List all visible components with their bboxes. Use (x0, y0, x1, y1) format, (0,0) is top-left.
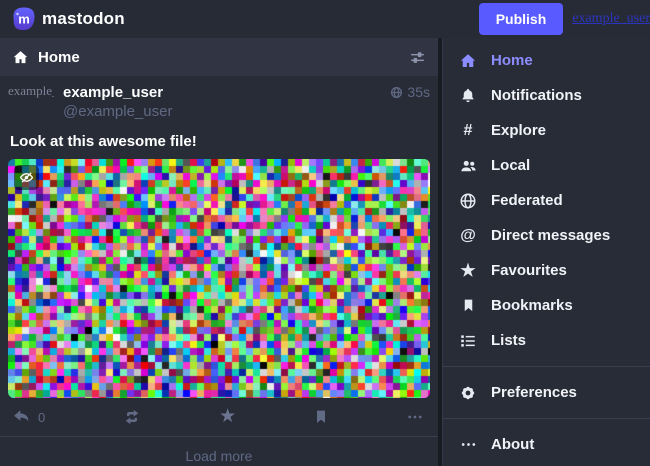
bookmark-button[interactable] (313, 408, 329, 426)
more-button[interactable] (406, 408, 424, 426)
account-link[interactable]: example_user (572, 11, 650, 27)
reply-button[interactable]: 0 (12, 407, 45, 427)
media-attachment[interactable] (8, 159, 430, 398)
nav-label: Local (491, 157, 530, 174)
nav-label: Direct messages (491, 227, 610, 244)
star-icon: ★ (219, 407, 236, 427)
nav-item-about[interactable]: About (443, 427, 650, 462)
status-text: Look at this awesome file! (10, 132, 430, 151)
status-post: example_user example_user @example_user … (0, 76, 438, 398)
nav-item-bookmarks[interactable]: Bookmarks (443, 288, 650, 323)
home-icon (458, 52, 478, 70)
column-settings-sliders-icon[interactable] (409, 49, 426, 66)
bell-icon (458, 87, 478, 105)
sidebar-divider (443, 418, 650, 419)
hide-media-button[interactable] (14, 165, 39, 190)
nav-item-local[interactable]: Local (443, 148, 650, 183)
nav-label: Favourites (491, 262, 567, 279)
favourite-button[interactable]: ★ (219, 407, 236, 427)
publish-button[interactable]: Publish (479, 3, 564, 35)
brand-wordmark: mastodon (42, 9, 125, 29)
ellipsis-icon (458, 436, 478, 453)
home-icon (12, 49, 29, 66)
bookmark-icon (313, 408, 329, 426)
main-layout: Home example_user example_user @example_… (0, 38, 650, 466)
nav-item-lists[interactable]: Lists (443, 323, 650, 358)
load-more-button[interactable]: Load more (0, 436, 438, 466)
gear-icon (458, 384, 478, 402)
status-action-bar: 0 ★ (0, 398, 438, 436)
boost-icon (122, 407, 142, 427)
nav-label: Home (491, 52, 533, 69)
nav-item-explore[interactable]: # Explore (443, 113, 650, 148)
reply-icon (12, 407, 32, 427)
nav-item-notifications[interactable]: Notifications (443, 78, 650, 113)
star-icon: ★ (458, 261, 478, 281)
avatar[interactable]: example_user (8, 82, 54, 128)
post-header: example_user example_user @example_user … (8, 82, 430, 128)
timestamp-link[interactable]: 35s (390, 84, 430, 100)
display-name: example_user (63, 83, 390, 102)
nav-label: About (491, 436, 534, 453)
nav-item-home[interactable]: Home (443, 43, 650, 78)
hashtag-icon: # (458, 121, 478, 141)
nav-label: Federated (491, 192, 563, 209)
top-bar: m mastodon Publish example_user (0, 0, 650, 38)
nav-label: Lists (491, 332, 526, 349)
mastodon-brand-link[interactable]: m mastodon (11, 6, 125, 32)
home-timeline-column: Home example_user example_user @example_… (0, 38, 438, 466)
navigation-sidebar: Home Notifications # Explore Local (442, 38, 650, 466)
list-icon (458, 332, 478, 350)
nav-item-federated[interactable]: Federated (443, 183, 650, 218)
nav-label: Notifications (491, 87, 582, 104)
globe-icon (458, 192, 478, 210)
svg-text:m: m (18, 12, 30, 27)
public-globe-icon (390, 86, 403, 99)
account-names[interactable]: example_user @example_user (63, 82, 390, 128)
mastodon-logo-icon: m (11, 6, 37, 32)
nav-label: Bookmarks (491, 297, 573, 314)
account-handle: @example_user (63, 102, 390, 121)
nav-item-favourites[interactable]: ★ Favourites (443, 253, 650, 288)
nav-item-direct-messages[interactable]: @ Direct messages (443, 218, 650, 253)
column-header-home[interactable]: Home (0, 38, 438, 76)
reply-count: 0 (38, 410, 45, 425)
nav-label: Explore (491, 122, 546, 139)
noise-image[interactable] (8, 159, 430, 398)
nav-label: Preferences (491, 384, 577, 401)
sidebar-divider (443, 366, 650, 367)
ellipsis-icon (406, 408, 424, 426)
users-icon (458, 157, 478, 175)
eye-off-icon (19, 170, 34, 185)
boost-button[interactable] (122, 407, 142, 427)
nav-item-preferences[interactable]: Preferences (443, 375, 650, 410)
timestamp: 35s (407, 84, 430, 100)
bookmark-icon (458, 297, 478, 314)
at-icon: @ (458, 226, 478, 246)
column-title: Home (38, 49, 80, 66)
